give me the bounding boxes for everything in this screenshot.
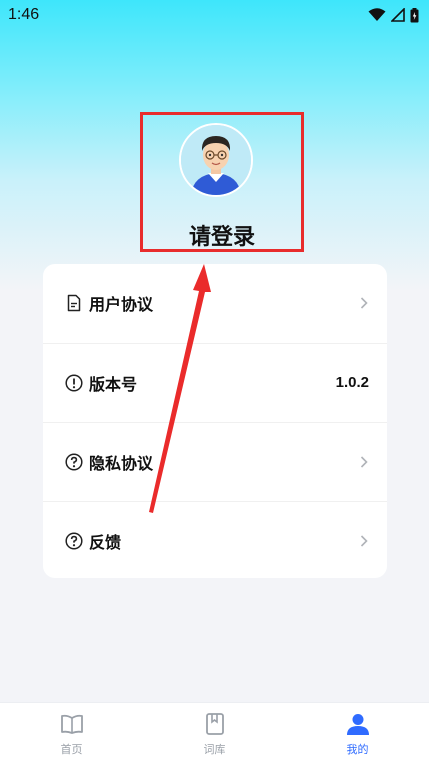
document-icon [65, 294, 83, 312]
avatar-illustration [181, 125, 251, 195]
bottom-navigation: 首页 词库 我的 [0, 702, 429, 762]
tab-home[interactable]: 首页 [0, 703, 143, 762]
menu-item-user-agreement[interactable]: 用户协议 [43, 264, 387, 342]
chevron-right-icon [359, 296, 369, 310]
menu-item-feedback[interactable]: 反馈 [43, 501, 387, 579]
settings-menu: 用户协议 版本号 1.0.2 隐私协议 反馈 [43, 264, 387, 578]
status-time: 1:46 [8, 6, 40, 23]
profile-login-area[interactable]: 请登录 [140, 112, 304, 252]
status-icons [368, 7, 419, 23]
tab-vocabulary[interactable]: 词库 [143, 703, 286, 762]
signal-icon [391, 8, 405, 22]
menu-item-version: 版本号 1.0.2 [43, 343, 387, 421]
tab-label: 首页 [60, 743, 83, 756]
wifi-icon [368, 8, 386, 21]
battery-icon [410, 7, 419, 22]
book-open-icon [59, 711, 85, 737]
status-bar: 1:46 [0, 0, 429, 30]
chevron-right-icon [359, 455, 369, 469]
tab-label: 我的 [346, 743, 369, 756]
menu-item-label: 隐私协议 [89, 453, 154, 473]
question-icon [65, 452, 83, 471]
chevron-right-icon [359, 534, 369, 548]
menu-item-label: 用户协议 [89, 295, 154, 314]
avatar[interactable] [179, 123, 253, 197]
tab-label: 词库 [203, 743, 226, 756]
menu-item-privacy-policy[interactable]: 隐私协议 [43, 422, 387, 500]
menu-item-label: 反馈 [89, 532, 122, 552]
tab-mine[interactable]: 我的 [286, 703, 429, 762]
login-prompt[interactable]: 请登录 [143, 219, 301, 251]
bookmark-book-icon [202, 711, 228, 737]
version-value: 1.0.2 [335, 374, 369, 391]
question-icon [65, 531, 83, 550]
info-icon [65, 373, 83, 392]
menu-item-label: 版本号 [89, 374, 138, 394]
user-icon [345, 711, 371, 737]
